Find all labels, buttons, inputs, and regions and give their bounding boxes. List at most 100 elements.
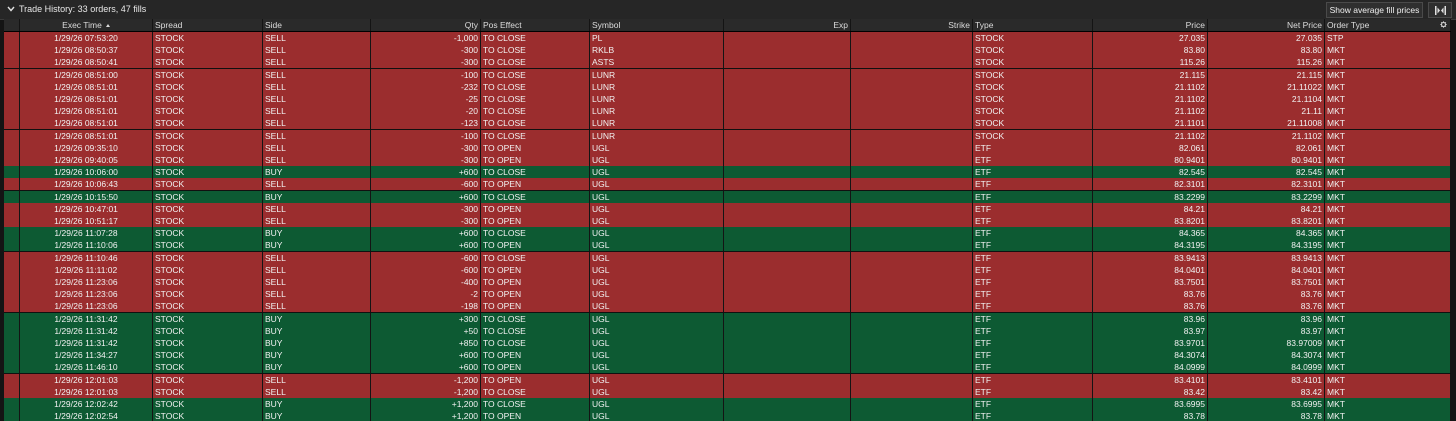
row-selector[interactable] <box>4 105 20 117</box>
column-header-qty[interactable]: Qty <box>371 19 481 31</box>
gear-icon[interactable] <box>1440 21 1447 28</box>
row-selector[interactable] <box>4 337 20 349</box>
column-header-side[interactable]: Side <box>263 19 371 31</box>
column-header-net-price[interactable]: Net Price <box>1208 19 1325 31</box>
row-selector[interactable] <box>4 154 20 166</box>
row-selector[interactable] <box>4 93 20 105</box>
cell-exp <box>724 105 851 117</box>
cell-type: ETF <box>973 325 1093 337</box>
row-selector[interactable] <box>4 276 20 288</box>
row-selector[interactable] <box>4 410 20 421</box>
row-selector[interactable] <box>4 361 20 373</box>
row-selector[interactable] <box>4 398 20 410</box>
cell-net-price: 27.035 <box>1208 32 1325 44</box>
cell-order-type: STP <box>1325 32 1451 44</box>
cell-side: SELL <box>263 300 371 312</box>
collapse-columns-button[interactable] <box>1428 2 1452 18</box>
column-header-symbol[interactable]: Symbol <box>590 19 724 31</box>
cell-strike <box>851 215 973 227</box>
column-header-exec-time[interactable]: Exec Time <box>20 19 153 31</box>
column-header-pos-effect[interactable]: Pos Effect <box>481 19 590 31</box>
cell-order-type: MKT <box>1325 300 1451 312</box>
row-selector[interactable] <box>4 215 20 227</box>
column-header-spread[interactable]: Spread <box>153 19 263 31</box>
row-selector[interactable] <box>4 191 20 203</box>
table-row[interactable]: 1/29/26 12:02:54 STOCK BUY +1,200 TO OPEN UGL… <box>4 410 1451 421</box>
cell-order-type: MKT <box>1325 130 1451 142</box>
cell-order-type: MKT <box>1325 252 1451 264</box>
cell-type: ETF <box>973 191 1093 203</box>
cell-order-type: MKT <box>1325 56 1451 68</box>
column-header-exp[interactable]: Exp <box>724 19 851 31</box>
chevron-down-icon[interactable] <box>6 4 16 14</box>
table-row[interactable]: 1/29/26 11:10:06 STOCK BUY +600 TO OPEN UGL ET… <box>4 239 1451 252</box>
row-selector[interactable] <box>4 81 20 93</box>
row-selector[interactable] <box>4 32 20 44</box>
cell-qty: -300 <box>371 56 481 68</box>
row-selector[interactable] <box>4 313 20 325</box>
column-header-price[interactable]: Price <box>1093 19 1208 31</box>
cell-type: STOCK <box>973 56 1093 68</box>
row-selector[interactable] <box>4 264 20 276</box>
row-selector[interactable] <box>4 239 20 251</box>
cell-price: 82.3101 <box>1093 178 1208 190</box>
row-selector[interactable] <box>4 56 20 68</box>
cell-side: SELL <box>263 374 371 386</box>
column-header-strike[interactable]: Strike <box>851 19 973 31</box>
row-selector[interactable] <box>4 386 20 398</box>
cell-side: BUY <box>263 398 371 410</box>
column-header-type[interactable]: Type <box>973 19 1093 31</box>
cell-pos-effect: TO CLOSE <box>481 166 590 178</box>
cell-order-type: MKT <box>1325 398 1451 410</box>
cell-symbol: UGL <box>590 288 724 300</box>
column-header-label: Price <box>1185 20 1205 30</box>
cell-order-type: MKT <box>1325 81 1451 93</box>
row-selector[interactable] <box>4 227 20 239</box>
cell-side: SELL <box>263 142 371 154</box>
cell-exec-time: 1/29/26 08:51:00 <box>20 69 153 81</box>
row-selector[interactable] <box>4 349 20 361</box>
row-selector[interactable] <box>4 69 20 81</box>
cell-spread: STOCK <box>153 349 263 361</box>
cell-order-type: MKT <box>1325 105 1451 117</box>
cell-order-type: MKT <box>1325 386 1451 398</box>
cell-strike <box>851 398 973 410</box>
cell-price: 83.80 <box>1093 44 1208 56</box>
row-selector[interactable] <box>4 325 20 337</box>
table-row[interactable]: 1/29/26 11:23:06 STOCK SELL -198 TO OPEN UGL E… <box>4 300 1451 313</box>
show-average-fill-prices-button[interactable]: Show average fill prices <box>1326 2 1423 18</box>
cell-exp <box>724 178 851 190</box>
row-selector[interactable] <box>4 178 20 190</box>
cell-net-price: 83.80 <box>1208 44 1325 56</box>
cell-price: 84.0401 <box>1093 264 1208 276</box>
row-selector[interactable] <box>4 117 20 129</box>
cell-symbol: UGL <box>590 215 724 227</box>
table-row[interactable]: 1/29/26 08:51:01 STOCK SELL -123 TO CLOSE LUN… <box>4 117 1451 130</box>
cell-price: 83.78 <box>1093 410 1208 421</box>
row-selector[interactable] <box>4 130 20 142</box>
cell-type: ETF <box>973 252 1093 264</box>
row-selector[interactable] <box>4 142 20 154</box>
cell-side: SELL <box>263 215 371 227</box>
cell-price: 83.96 <box>1093 313 1208 325</box>
row-selector[interactable] <box>4 374 20 386</box>
row-selector[interactable] <box>4 166 20 178</box>
row-selector[interactable] <box>4 252 20 264</box>
cell-strike <box>851 410 973 421</box>
column-header-order-type[interactable]: Order Type <box>1325 19 1451 31</box>
row-selector[interactable] <box>4 44 20 56</box>
table-row[interactable]: 1/29/26 08:50:41 STOCK SELL -300 TO CLOSE AST… <box>4 56 1451 69</box>
column-header-label: Qty <box>464 20 478 30</box>
cell-strike <box>851 349 973 361</box>
cell-spread: STOCK <box>153 105 263 117</box>
cell-order-type: MKT <box>1325 178 1451 190</box>
cell-pos-effect: TO CLOSE <box>481 93 590 105</box>
table-row[interactable]: 1/29/26 10:06:43 STOCK SELL -600 TO OPEN UGL E… <box>4 178 1451 191</box>
row-selector[interactable] <box>4 203 20 215</box>
cell-strike <box>851 178 973 190</box>
cell-exec-time: 1/29/26 11:23:06 <box>20 276 153 288</box>
row-selector[interactable] <box>4 300 20 312</box>
row-selector[interactable] <box>4 288 20 300</box>
cell-net-price: 21.1102 <box>1208 130 1325 142</box>
table-row[interactable]: 1/29/26 11:46:10 STOCK BUY +600 TO OPEN UGL ET… <box>4 361 1451 374</box>
